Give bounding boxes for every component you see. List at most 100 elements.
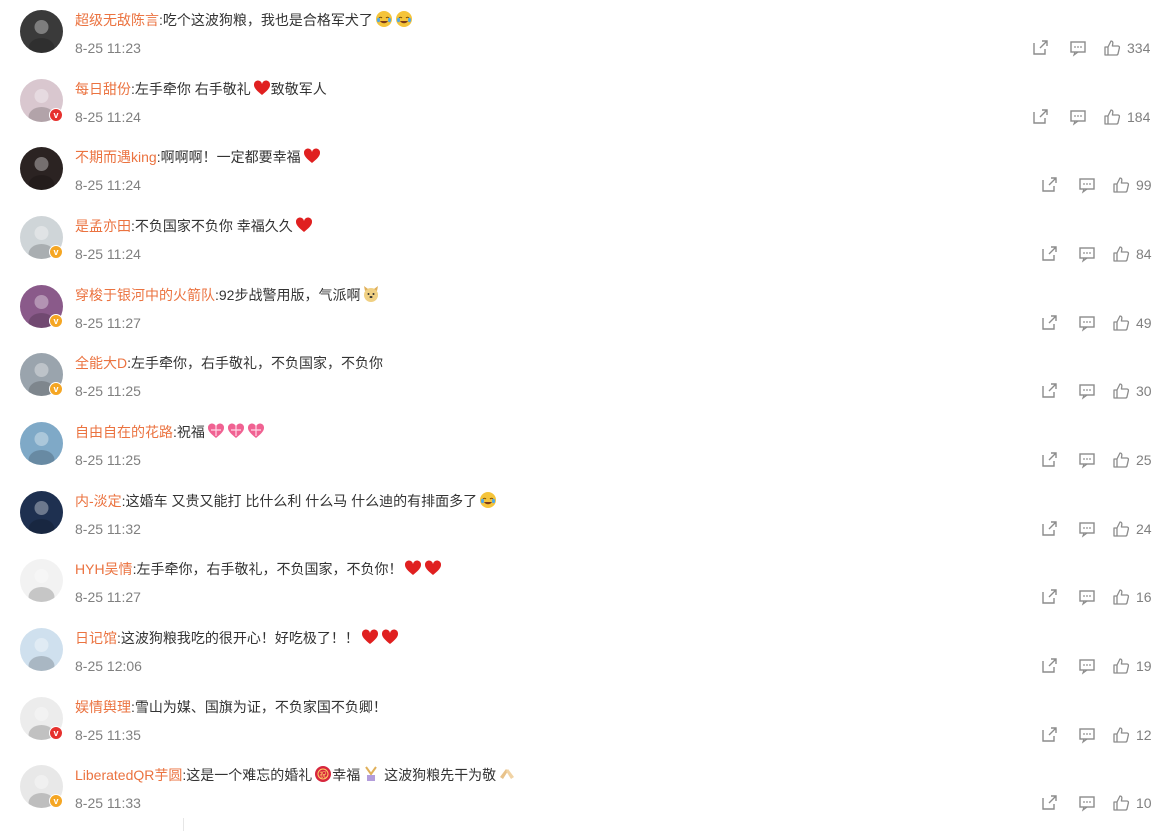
comment-actions: 30 bbox=[1040, 381, 1160, 401]
reply-icon[interactable] bbox=[1078, 382, 1096, 400]
commenter-name[interactable]: LiberatedQR芋圆 bbox=[75, 767, 182, 783]
like-button[interactable]: 30 bbox=[1112, 382, 1160, 400]
commenter-name[interactable]: 穿梭于银河中的火箭队 bbox=[75, 287, 215, 303]
comment-text: :不负国家不负你 幸福久久 bbox=[131, 218, 293, 234]
share-icon[interactable] bbox=[1040, 657, 1058, 675]
comment-actions: 19 bbox=[1040, 656, 1160, 676]
commenter-name[interactable]: 超级无敌陈言 bbox=[75, 12, 159, 28]
avatar[interactable] bbox=[20, 628, 63, 671]
like-count: 334 bbox=[1127, 40, 1151, 56]
commenter-name[interactable]: 全能大D bbox=[75, 355, 127, 371]
share-icon[interactable] bbox=[1040, 245, 1058, 263]
comment-item: 自由自在的花路:祝福 8-25 11:25 25 bbox=[0, 412, 1170, 481]
reply-icon[interactable] bbox=[1078, 726, 1096, 744]
comment-text: :左手牵你 右手敬礼 bbox=[131, 81, 251, 97]
thumbs-up-icon bbox=[1112, 520, 1130, 538]
commenter-name[interactable]: 不期而遇king bbox=[75, 149, 157, 165]
heart-emoji bbox=[361, 628, 379, 646]
share-icon[interactable] bbox=[1031, 108, 1049, 126]
share-icon[interactable] bbox=[1040, 314, 1058, 332]
like-button[interactable]: 19 bbox=[1112, 657, 1160, 675]
comment-time: 8-25 11:32 bbox=[75, 521, 141, 537]
share-icon[interactable] bbox=[1040, 451, 1058, 469]
reply-icon[interactable] bbox=[1069, 108, 1087, 126]
like-count: 25 bbox=[1136, 452, 1152, 468]
comment-item: v 穿梭于银河中的火箭队:92步战警用版，气派啊 8-25 11:27 49 bbox=[0, 275, 1170, 344]
comment-time: 8-25 12:06 bbox=[75, 658, 142, 674]
commenter-name[interactable]: HYH吴情 bbox=[75, 561, 133, 577]
heart-gift-emoji bbox=[247, 422, 265, 440]
reply-icon[interactable] bbox=[1078, 314, 1096, 332]
like-button[interactable]: 10 bbox=[1112, 794, 1160, 812]
like-count: 30 bbox=[1136, 383, 1152, 399]
comment-actions: 334 bbox=[1031, 38, 1151, 58]
share-icon[interactable] bbox=[1040, 520, 1058, 538]
like-count: 12 bbox=[1136, 727, 1152, 743]
comment-text: :这波狗粮我吃的很开心！好吃极了！！ bbox=[117, 630, 359, 646]
laugh-cry-emoji bbox=[479, 491, 497, 509]
comment-text: :这是一个难忘的婚礼 bbox=[182, 767, 313, 783]
comment-text: :左手牵你，右手敬礼，不负国家，不负你！ bbox=[132, 561, 403, 577]
commenter-name[interactable]: 是孟亦田 bbox=[75, 218, 131, 234]
like-button[interactable]: 99 bbox=[1112, 176, 1160, 194]
comment-actions: 10 bbox=[1040, 793, 1160, 813]
reply-icon[interactable] bbox=[1069, 39, 1087, 57]
commenter-name[interactable]: 日记馆 bbox=[75, 630, 117, 646]
comment-line: 穿梭于银河中的火箭队:92步战警用版，气派啊 bbox=[75, 285, 380, 305]
avatar[interactable] bbox=[20, 491, 63, 534]
share-icon[interactable] bbox=[1031, 39, 1049, 57]
reply-icon[interactable] bbox=[1078, 520, 1096, 538]
comment-text-3: 这波狗粮先干为敬 bbox=[384, 767, 497, 783]
reply-icon[interactable] bbox=[1078, 245, 1096, 263]
reply-icon[interactable] bbox=[1078, 176, 1096, 194]
commenter-name[interactable]: 内-淡定 bbox=[75, 493, 122, 509]
comment-time: 8-25 11:33 bbox=[75, 795, 141, 811]
comment-line: 日记馆:这波狗粮我吃的很开心！好吃极了！！ bbox=[75, 628, 399, 648]
share-icon[interactable] bbox=[1040, 382, 1058, 400]
commenter-name[interactable]: 自由自在的花路 bbox=[75, 424, 173, 440]
like-button[interactable]: 49 bbox=[1112, 314, 1160, 332]
thumbs-up-icon bbox=[1112, 726, 1130, 744]
like-count: 184 bbox=[1127, 109, 1151, 125]
comment-line: 是孟亦田:不负国家不负你 幸福久久 bbox=[75, 216, 313, 236]
doge-emoji bbox=[362, 285, 380, 303]
like-button[interactable]: 184 bbox=[1103, 108, 1151, 126]
avatar[interactable] bbox=[20, 147, 63, 190]
like-count: 84 bbox=[1136, 246, 1152, 262]
avatar[interactable] bbox=[20, 422, 63, 465]
like-count: 49 bbox=[1136, 315, 1152, 331]
like-button[interactable]: 25 bbox=[1112, 451, 1160, 469]
comment-time: 8-25 11:25 bbox=[75, 452, 141, 468]
laugh-cry-emoji bbox=[375, 10, 393, 28]
reply-icon[interactable] bbox=[1078, 588, 1096, 606]
share-icon[interactable] bbox=[1040, 588, 1058, 606]
comment-actions: 16 bbox=[1040, 587, 1160, 607]
share-icon[interactable] bbox=[1040, 726, 1058, 744]
like-button[interactable]: 12 bbox=[1112, 726, 1160, 744]
comment-text: :左手牵你，右手敬礼，不负国家，不负你 bbox=[127, 355, 384, 371]
like-button[interactable]: 84 bbox=[1112, 245, 1160, 263]
reply-icon[interactable] bbox=[1078, 794, 1096, 812]
comment-line: 超级无敌陈言:吃个这波狗粮，我也是合格军犬了 bbox=[75, 10, 413, 30]
verified-badge-icon: v bbox=[49, 382, 63, 396]
comment-text: :这婚车 又贵又能打 比什么利 什么马 什么迪的有排面多了 bbox=[121, 493, 478, 509]
like-button[interactable]: 334 bbox=[1103, 39, 1151, 57]
svg-text:祝: 祝 bbox=[320, 770, 327, 779]
divider bbox=[183, 818, 184, 831]
reply-icon[interactable] bbox=[1078, 657, 1096, 675]
verified-badge-icon: v bbox=[49, 108, 63, 122]
commenter-name[interactable]: 娱情舆理 bbox=[75, 699, 131, 715]
comment-item: 日记馆:这波狗粮我吃的很开心！好吃极了！！ 8-25 12:06 19 bbox=[0, 618, 1170, 687]
avatar[interactable] bbox=[20, 559, 63, 602]
reply-icon[interactable] bbox=[1078, 451, 1096, 469]
share-icon[interactable] bbox=[1040, 176, 1058, 194]
comment-time: 8-25 11:27 bbox=[75, 589, 141, 605]
comment-time: 8-25 11:23 bbox=[75, 40, 141, 56]
commenter-name[interactable]: 每日甜份 bbox=[75, 81, 131, 97]
avatar[interactable] bbox=[20, 10, 63, 53]
like-button[interactable]: 16 bbox=[1112, 588, 1160, 606]
heart-gift-emoji bbox=[207, 422, 225, 440]
share-icon[interactable] bbox=[1040, 794, 1058, 812]
like-button[interactable]: 24 bbox=[1112, 520, 1160, 538]
comment-item: v 是孟亦田:不负国家不负你 幸福久久 8-25 11:24 84 bbox=[0, 206, 1170, 275]
